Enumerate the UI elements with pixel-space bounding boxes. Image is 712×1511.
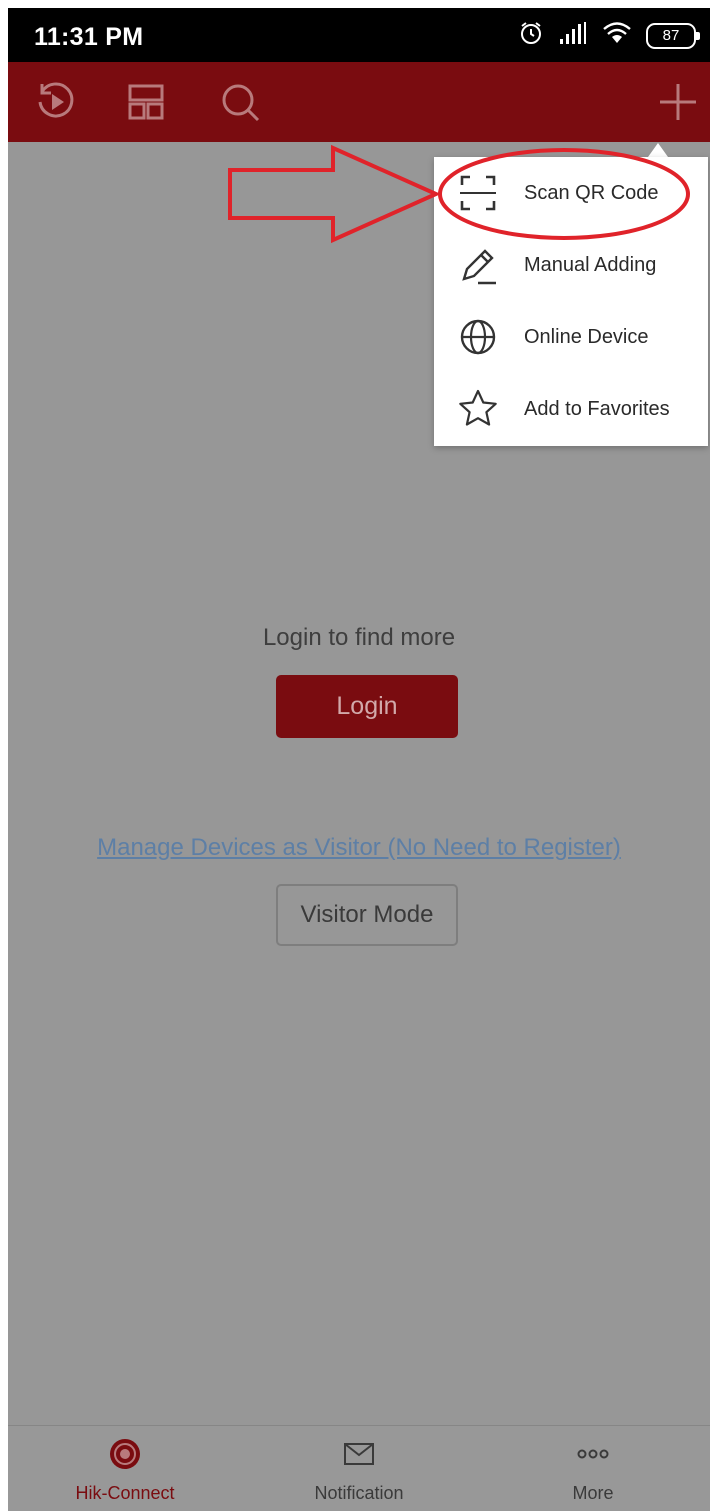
visitor-link[interactable]: Manage Devices as Visitor (No Need to Re… <box>8 834 710 862</box>
nav-label: More <box>572 1483 614 1503</box>
playback-icon[interactable] <box>32 78 80 126</box>
visitor-mode-button[interactable]: Visitor Mode <box>276 884 458 946</box>
login-hint: Login to find more <box>262 624 456 651</box>
login-button[interactable]: Login <box>276 675 458 738</box>
nav-tab-more[interactable]: More <box>476 1426 710 1511</box>
search-icon[interactable] <box>216 78 264 126</box>
bottom-navigation: Hik-Connect Notification More <box>8 1425 710 1511</box>
menu-item-scan-qr[interactable]: Scan QR Code <box>434 157 708 229</box>
menu-item-label: Manual Adding <box>524 253 657 276</box>
add-icon[interactable] <box>654 78 702 126</box>
annotation-arrow <box>228 144 441 244</box>
status-time: 11:31 PM <box>34 23 144 51</box>
menu-item-label: Online Device <box>524 325 649 348</box>
menu-item-add-favorites[interactable]: Add to Favorites <box>434 373 708 445</box>
more-dots-icon <box>575 1436 611 1472</box>
nav-label: Notification <box>314 1483 404 1503</box>
menu-item-manual-adding[interactable]: Manual Adding <box>434 229 708 301</box>
nav-tab-notification[interactable]: Notification <box>242 1426 476 1511</box>
hik-connect-icon <box>107 1436 143 1472</box>
add-device-menu: Scan QR Code Manual Adding Online Device… <box>434 157 708 446</box>
menu-item-online-device[interactable]: Online Device <box>434 301 708 373</box>
signal-icon <box>558 21 588 50</box>
nav-tab-hik-connect[interactable]: Hik-Connect <box>8 1426 242 1511</box>
status-bar: 11:31 PM 87 <box>8 8 710 62</box>
nav-label: Hik-Connect <box>75 1483 175 1503</box>
battery-icon: 87 <box>646 22 700 49</box>
status-icons: 87 <box>518 20 700 51</box>
app-screen: 11:31 PM 87 Login to find more Login Man… <box>8 8 710 1511</box>
star-icon <box>456 387 500 431</box>
menu-item-label: Scan QR Code <box>524 181 659 204</box>
qr-scan-icon <box>456 171 500 215</box>
menu-caret <box>648 143 668 157</box>
layout-icon[interactable] <box>122 78 170 126</box>
mail-icon <box>341 1436 377 1472</box>
menu-item-label: Add to Favorites <box>524 397 670 420</box>
alarm-icon <box>518 20 544 51</box>
wifi-icon <box>602 21 632 50</box>
top-toolbar <box>8 62 710 142</box>
globe-icon <box>456 315 500 359</box>
pencil-icon <box>456 243 500 287</box>
